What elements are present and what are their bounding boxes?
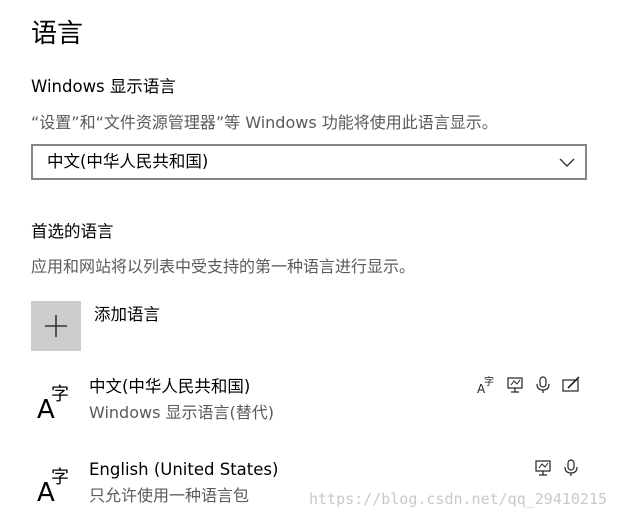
text-to-speech-icon bbox=[533, 458, 553, 478]
chevron-down-icon bbox=[559, 158, 575, 167]
speech-recognition-icon bbox=[561, 458, 581, 478]
plus-icon bbox=[45, 315, 67, 337]
watermark: https://blog.csdn.net/qq_29410215 bbox=[308, 490, 607, 508]
preferred-languages-description: 应用和网站将以列表中受支持的第一种语言进行显示。 bbox=[31, 257, 416, 276]
speech-recognition-icon bbox=[533, 375, 553, 395]
svg-text:字: 字 bbox=[51, 384, 69, 405]
language-subtitle: 只允许使用一种语言包 bbox=[89, 486, 250, 505]
page-title: 语言 bbox=[31, 19, 84, 49]
language-icon: A 字 bbox=[37, 384, 69, 422]
language-subtitle: Windows 显示语言(替代) bbox=[89, 403, 274, 422]
preferred-languages-title: 首选的语言 bbox=[31, 222, 114, 241]
svg-text:字: 字 bbox=[484, 375, 494, 388]
language-icon: A 字 bbox=[37, 467, 69, 505]
language-list-item[interactable]: A 字 中文(中华人民共和国) Windows 显示语言(替代) A 字 bbox=[31, 372, 591, 432]
text-to-speech-icon bbox=[505, 375, 525, 395]
display-language-title: Windows 显示语言 bbox=[31, 77, 176, 96]
display-language-dropdown[interactable]: 中文(中华人民共和国) bbox=[31, 144, 587, 180]
handwriting-icon bbox=[561, 375, 581, 395]
language-name: English (United States) bbox=[89, 460, 279, 479]
language-name: 中文(中华人民共和国) bbox=[89, 377, 251, 396]
add-language-label[interactable]: 添加语言 bbox=[94, 304, 160, 326]
svg-text:字: 字 bbox=[51, 467, 69, 488]
display-language-selected: 中文(中华人民共和国) bbox=[47, 152, 209, 171]
display-language-description: “设置”和“文件资源管理器”等 Windows 功能将使用此语言显示。 bbox=[31, 113, 498, 132]
language-pack-icon: A 字 bbox=[477, 375, 497, 396]
add-language-button[interactable] bbox=[31, 301, 81, 351]
